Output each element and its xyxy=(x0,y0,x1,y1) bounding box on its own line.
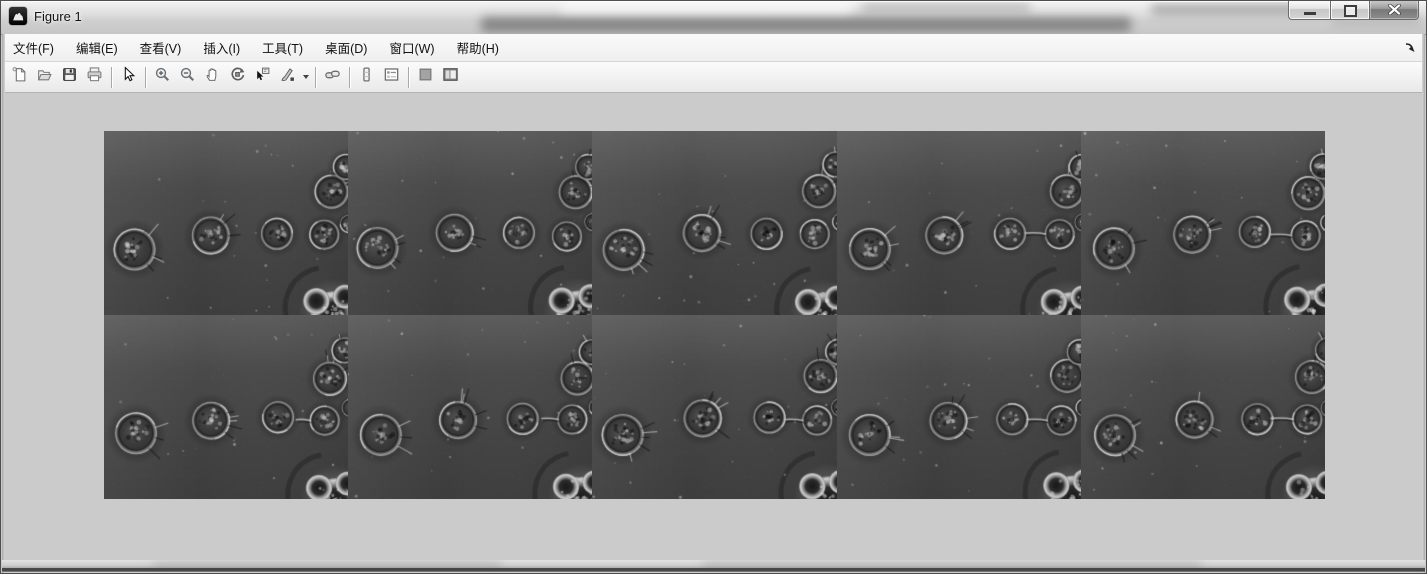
show-plot-tools-button[interactable] xyxy=(438,65,463,89)
hide-plot-tools-icon xyxy=(417,66,434,88)
open-file-button[interactable] xyxy=(32,65,57,89)
restore-button[interactable] xyxy=(1330,1,1370,20)
menu-item-edit[interactable]: 编辑(E) xyxy=(65,34,129,61)
figure-canvas-area xyxy=(5,94,1422,560)
menu-item-insert[interactable]: 插入(I) xyxy=(192,34,251,61)
insert-legend-icon xyxy=(383,66,400,88)
zoom-out-icon xyxy=(179,66,196,88)
glass-reflection xyxy=(481,17,1131,32)
restore-icon xyxy=(1344,5,1357,17)
menu-item-file[interactable]: 文件(F) xyxy=(2,34,65,61)
brush-data-icon xyxy=(279,66,296,88)
data-cursor-icon xyxy=(254,66,271,88)
caption-buttons xyxy=(1288,1,1419,20)
window-frame-shadow xyxy=(2,568,1425,571)
chevron-down-icon xyxy=(303,75,309,79)
micrograph-tile-1[interactable] xyxy=(104,131,348,315)
edit-plot-pointer-button[interactable] xyxy=(116,65,141,89)
toolbar-separator xyxy=(145,67,146,88)
minimize-button[interactable] xyxy=(1288,1,1330,20)
insert-legend-button[interactable] xyxy=(379,65,404,89)
insert-colorbar-button[interactable] xyxy=(354,65,379,89)
toolbar-separator xyxy=(349,67,350,88)
micrograph-tile-10[interactable] xyxy=(1081,315,1325,499)
micrograph-tile-8[interactable] xyxy=(592,315,836,499)
rotate-3d-icon xyxy=(229,66,246,88)
pan-button[interactable] xyxy=(200,65,225,89)
print-figure-button[interactable] xyxy=(82,65,107,89)
toolbar-separator xyxy=(408,67,409,88)
micrograph-tile-6[interactable] xyxy=(104,315,348,499)
window-frame-bottom xyxy=(2,560,1425,572)
show-plot-tools-icon xyxy=(442,66,459,88)
zoom-in-icon xyxy=(154,66,171,88)
matlab-logo-icon xyxy=(9,7,27,25)
menu-item-desktop[interactable]: 桌面(D) xyxy=(314,34,378,61)
menu-item-view[interactable]: 查看(V) xyxy=(129,34,193,61)
micrograph-tile-5[interactable] xyxy=(1081,131,1325,315)
figure-window: Figure 1 文件(F)编辑(E)查看(V)插入(I)工具(T)桌面(D)窗… xyxy=(0,0,1427,574)
menu-item-tools[interactable]: 工具(T) xyxy=(251,34,314,61)
data-cursor-button[interactable] xyxy=(250,65,275,89)
close-icon xyxy=(1388,4,1401,15)
micrograph-tile-4[interactable] xyxy=(837,131,1081,315)
close-button[interactable] xyxy=(1370,1,1419,20)
new-figure-button[interactable] xyxy=(7,65,32,89)
edit-plot-pointer-icon xyxy=(120,66,137,88)
print-figure-icon xyxy=(86,66,103,88)
toolbar-separator xyxy=(315,67,316,88)
brush-data-button[interactable] xyxy=(275,65,300,89)
save-figure-button[interactable] xyxy=(57,65,82,89)
micrograph-tile-7[interactable] xyxy=(348,315,592,499)
glass-reflection xyxy=(561,3,851,12)
micrograph-tile-2[interactable] xyxy=(348,131,592,315)
micrograph-tile-3[interactable] xyxy=(592,131,836,315)
link-plot-icon xyxy=(324,66,341,88)
insert-colorbar-icon xyxy=(358,66,375,88)
save-figure-icon xyxy=(61,66,78,88)
link-plot-button[interactable] xyxy=(320,65,345,89)
zoom-out-button[interactable] xyxy=(175,65,200,89)
menu-item-help[interactable]: 帮助(H) xyxy=(446,34,510,61)
toolbar-separator xyxy=(111,67,112,88)
figure-montage xyxy=(104,131,1325,499)
minimize-icon xyxy=(1304,12,1316,15)
zoom-in-button[interactable] xyxy=(150,65,175,89)
titlebar-highlight xyxy=(1,1,1426,2)
open-file-icon xyxy=(36,66,53,88)
brush-dropdown-button[interactable] xyxy=(300,65,311,89)
toolbar xyxy=(2,62,1425,93)
menu-item-window[interactable]: 窗口(W) xyxy=(378,34,445,61)
window-title: Figure 1 xyxy=(34,9,82,24)
rotate-3d-button[interactable] xyxy=(225,65,250,89)
pan-icon xyxy=(204,66,221,88)
menubar: 文件(F)编辑(E)查看(V)插入(I)工具(T)桌面(D)窗口(W)帮助(H) xyxy=(2,34,1425,62)
new-figure-icon xyxy=(11,66,28,88)
titlebar[interactable]: Figure 1 xyxy=(1,1,1426,35)
dock-figure-arrow-icon[interactable] xyxy=(1394,41,1425,54)
hide-plot-tools-button[interactable] xyxy=(413,65,438,89)
glass-reflection xyxy=(861,3,1031,12)
micrograph-tile-9[interactable] xyxy=(837,315,1081,499)
window-frame-right xyxy=(1422,34,1425,573)
